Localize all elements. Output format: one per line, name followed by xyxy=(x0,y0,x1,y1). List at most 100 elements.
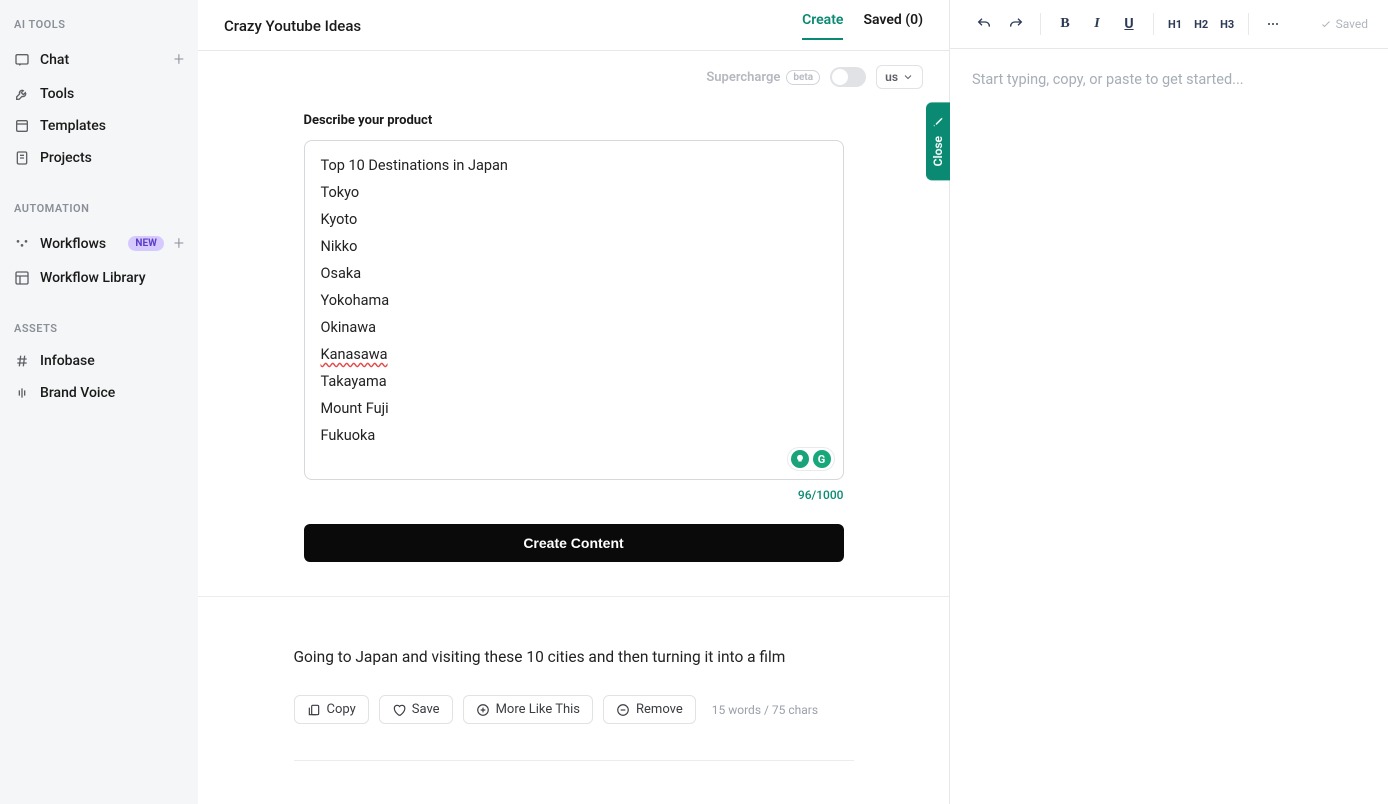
heart-icon xyxy=(392,703,406,717)
toolbar-separator xyxy=(1248,13,1249,35)
library-icon xyxy=(14,270,30,286)
result-card: My top 10 favorite places in Japan xyxy=(294,761,854,804)
underline-button[interactable]: U xyxy=(1115,10,1143,38)
bulb-icon xyxy=(791,450,809,468)
nav-label: Infobase xyxy=(40,353,184,369)
h3-button[interactable]: H3 xyxy=(1216,18,1238,31)
new-badge: NEW xyxy=(128,236,163,251)
supercharge-text: Supercharge xyxy=(706,70,780,85)
chip-label: More Like This xyxy=(496,702,580,717)
supercharge-label: Supercharge beta xyxy=(706,70,820,85)
chevron-down-icon xyxy=(902,71,914,83)
textarea-line: Okinawa xyxy=(321,319,827,336)
sidebar: AI TOOLS Chat + Tools Templates Projects… xyxy=(0,0,198,804)
pencil-icon xyxy=(932,116,944,128)
form-area: Describe your product Top 10 Destination… xyxy=(304,113,844,562)
undo-button[interactable] xyxy=(970,10,998,38)
copy-button[interactable]: Copy xyxy=(294,695,369,724)
page-title: Crazy Youtube Ideas xyxy=(224,17,802,35)
section-ai-tools: AI TOOLS xyxy=(0,18,198,41)
wrench-icon xyxy=(14,86,30,102)
result-actions: Copy Save More Like This Remove 15 wor xyxy=(294,695,854,724)
nav-label: Projects xyxy=(40,150,184,166)
plus-icon[interactable]: + xyxy=(174,49,184,70)
beta-badge: beta xyxy=(786,70,820,85)
describe-label: Describe your product xyxy=(304,113,844,128)
nav-label: Workflows xyxy=(40,236,118,252)
language-code: us xyxy=(885,70,898,84)
toolbar-separator xyxy=(1040,13,1041,35)
voice-icon xyxy=(14,385,30,401)
document-icon xyxy=(14,150,30,166)
textarea-line: Fukuoka xyxy=(321,427,827,444)
nav-workflow-library[interactable]: Workflow Library xyxy=(0,262,198,294)
section-assets: ASSETS xyxy=(0,322,198,345)
bold-button[interactable]: B xyxy=(1051,10,1079,38)
editor-placeholder: Start typing, copy, or paste to get star… xyxy=(972,71,1244,88)
redo-button[interactable] xyxy=(1002,10,1030,38)
workflow-icon xyxy=(14,236,30,252)
supercharge-toggle[interactable] xyxy=(830,67,866,87)
remove-button[interactable]: Remove xyxy=(603,695,696,724)
more-like-this-button[interactable]: More Like This xyxy=(463,695,593,724)
chip-label: Copy xyxy=(327,702,356,717)
nav-workflows[interactable]: Workflows NEW + xyxy=(0,225,198,262)
nav-label: Brand Voice xyxy=(40,385,184,401)
close-editor-tab[interactable]: Close xyxy=(926,102,950,180)
more-options-button[interactable] xyxy=(1259,10,1287,38)
product-textarea[interactable]: Top 10 Destinations in Japan Tokyo Kyoto… xyxy=(304,140,844,480)
nav-templates[interactable]: Templates xyxy=(0,110,198,142)
editor-body[interactable]: Start typing, copy, or paste to get star… xyxy=(950,49,1388,110)
tab-saved[interactable]: Saved (0) xyxy=(863,12,923,40)
tab-create[interactable]: Create xyxy=(802,12,843,40)
result-meta: 15 words / 75 chars xyxy=(712,703,818,717)
create-panel: Crazy Youtube Ideas Create Saved (0) Sup… xyxy=(198,0,950,804)
nav-label: Chat xyxy=(40,52,164,68)
grammarly-icon: G xyxy=(813,450,831,468)
editor-toolbar: B I U H1 H2 H3 Saved xyxy=(950,0,1388,49)
remove-circle-icon xyxy=(616,703,630,717)
saved-label: Saved xyxy=(1336,17,1368,31)
tabs: Create Saved (0) xyxy=(802,12,923,40)
plus-icon[interactable]: + xyxy=(174,233,184,254)
create-content-button[interactable]: Create Content xyxy=(304,524,844,562)
nav-projects[interactable]: Projects xyxy=(0,142,198,174)
char-count: 96/1000 xyxy=(304,488,844,502)
textarea-line: Takayama xyxy=(321,373,827,390)
save-button[interactable]: Save xyxy=(379,695,453,724)
nav-infobase[interactable]: Infobase xyxy=(0,345,198,377)
section-automation: AUTOMATION xyxy=(0,202,198,225)
h1-button[interactable]: H1 xyxy=(1164,18,1186,31)
nav-tools[interactable]: Tools xyxy=(0,78,198,110)
language-selector[interactable]: us xyxy=(876,65,923,89)
editor-panel: B I U H1 H2 H3 Saved Start typing, copy,… xyxy=(950,0,1388,804)
italic-button[interactable]: I xyxy=(1083,10,1111,38)
template-icon xyxy=(14,118,30,134)
h2-button[interactable]: H2 xyxy=(1190,18,1212,31)
saved-status: Saved xyxy=(1320,17,1368,31)
textarea-line: Kanasawa xyxy=(321,346,827,363)
textarea-line: Kyoto xyxy=(321,211,827,228)
main: Crazy Youtube Ideas Create Saved (0) Sup… xyxy=(198,0,1388,804)
chat-icon xyxy=(14,52,30,68)
content-scroll[interactable]: Supercharge beta us Describe your produc… xyxy=(198,51,949,804)
chip-label: Remove xyxy=(636,702,683,717)
toolbar-separator xyxy=(1153,13,1154,35)
chip-label: Save xyxy=(412,702,440,717)
misspelled-word: Kanasawa xyxy=(321,346,388,363)
plus-circle-icon xyxy=(476,703,490,717)
close-label: Close xyxy=(931,136,945,166)
textarea-line: Mount Fuji xyxy=(321,400,827,417)
textarea-line: Tokyo xyxy=(321,184,827,201)
textarea-line: Yokohama xyxy=(321,292,827,309)
result-text: Going to Japan and visiting these 10 cit… xyxy=(294,645,854,669)
nav-chat[interactable]: Chat + xyxy=(0,41,198,78)
grammarly-widget[interactable]: G xyxy=(787,447,835,471)
nav-brand-voice[interactable]: Brand Voice xyxy=(0,377,198,409)
nav-label: Tools xyxy=(40,86,184,102)
header: Crazy Youtube Ideas Create Saved (0) xyxy=(198,0,949,51)
nav-label: Templates xyxy=(40,118,184,134)
textarea-line: Top 10 Destinations in Japan xyxy=(321,157,827,174)
result-card: Going to Japan and visiting these 10 cit… xyxy=(294,597,854,761)
hash-icon xyxy=(14,353,30,369)
